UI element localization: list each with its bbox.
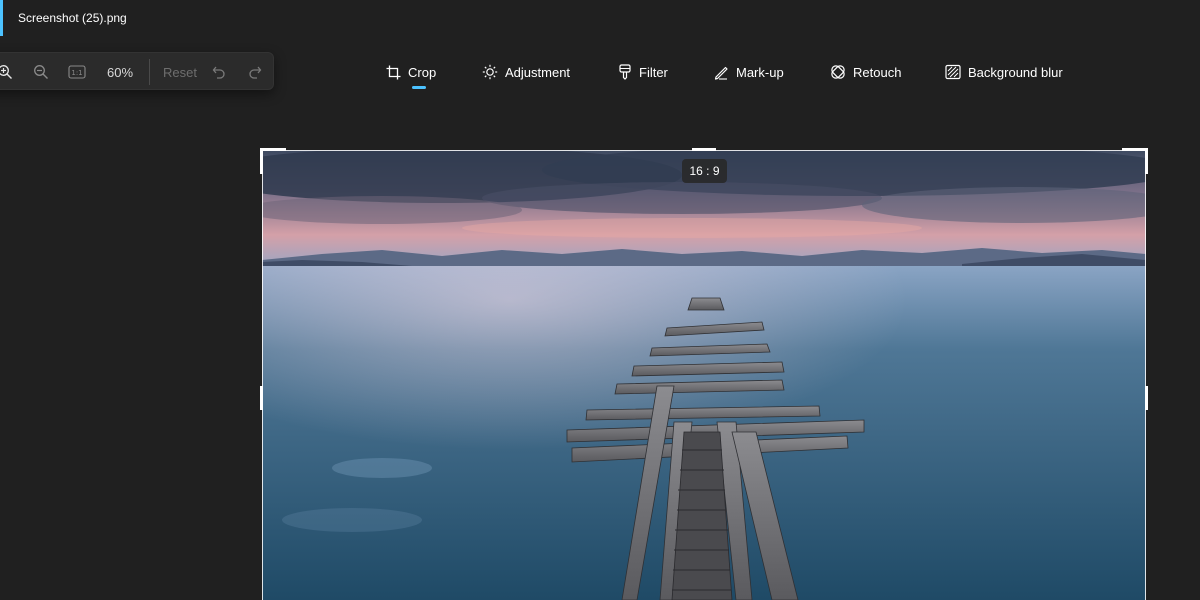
aspect-ratio-badge: 16 : 9 xyxy=(682,159,727,183)
tool-filter[interactable]: Filter xyxy=(618,60,668,84)
crop-handle-top-left[interactable] xyxy=(260,148,263,174)
active-tool-indicator xyxy=(412,86,426,89)
brightness-icon xyxy=(482,64,498,80)
tool-label: Crop xyxy=(408,64,437,80)
active-tab-indicator xyxy=(0,0,3,36)
crop-handle-top[interactable] xyxy=(692,148,716,151)
photo-image xyxy=(262,150,1146,600)
photos-editor: Screenshot (25).png 1:1 60% Reset Crop A… xyxy=(0,0,1200,600)
crop-handle-right[interactable] xyxy=(1145,386,1148,410)
tool-label: Background blur xyxy=(968,64,1063,80)
crop-handle-left[interactable] xyxy=(260,386,263,410)
tool-adjustment[interactable]: Adjustment xyxy=(482,60,570,84)
tool-mark-up[interactable]: Mark-up xyxy=(713,60,784,84)
tool-retouch[interactable]: Retouch xyxy=(830,60,901,84)
crop-handle-top-right[interactable] xyxy=(1145,148,1148,174)
edit-tools-bar: Crop Adjustment Filter Mark-up Retouch B… xyxy=(0,60,1200,90)
pen-icon xyxy=(714,66,728,80)
title-bar: Screenshot (25).png xyxy=(0,0,1200,36)
crop-icon xyxy=(386,65,401,79)
crop-handle-top-left[interactable] xyxy=(260,148,286,151)
tool-label: Filter xyxy=(639,64,668,80)
tool-label: Mark-up xyxy=(736,64,784,80)
filter-icon xyxy=(619,64,631,80)
tool-label: Retouch xyxy=(853,64,902,80)
tool-crop[interactable]: Crop xyxy=(386,60,436,84)
retouch-icon xyxy=(831,65,845,79)
photo-canvas[interactable] xyxy=(262,150,1146,600)
background-blur-icon xyxy=(945,64,961,80)
tool-background-blur[interactable]: Background blur xyxy=(945,60,1063,84)
file-title: Screenshot (25).png xyxy=(18,11,127,25)
tool-label: Adjustment xyxy=(505,64,571,80)
